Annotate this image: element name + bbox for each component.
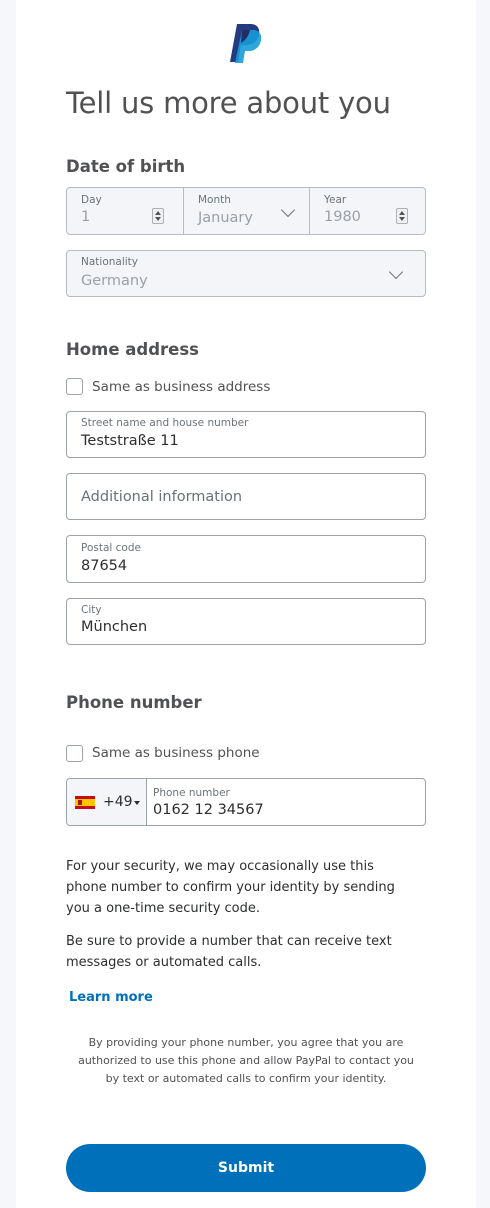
year-label: Year (324, 194, 347, 206)
day-label: Day (81, 194, 102, 206)
legal-consent-text: By providing your phone number, you agre… (78, 1036, 414, 1085)
country-code-select[interactable]: +49 (67, 779, 146, 825)
nationality-value: Germany (81, 273, 148, 289)
year-spinner-icon[interactable] (396, 208, 408, 224)
paypal-logo-icon (230, 24, 262, 63)
month-field[interactable]: Month January (183, 188, 309, 234)
city-label: City (81, 604, 102, 616)
nationality-select[interactable]: Nationality Germany (66, 250, 426, 297)
phone-field-group: +49 Phone number 0162 12 34567 (66, 778, 426, 826)
spain-flag-icon (75, 796, 95, 809)
day-value: 1 (81, 209, 91, 225)
postal-code-label: Postal code (81, 542, 141, 554)
additional-information-field[interactable]: Additional information (66, 473, 426, 520)
textable-info-text: Be sure to provide a number that can rec… (66, 934, 392, 970)
home-address-heading: Home address (66, 340, 199, 359)
chevron-down-icon (388, 264, 404, 280)
signup-card: Tell us more about you Date of birth Day… (16, 0, 476, 1208)
chevron-down-icon (280, 202, 296, 218)
postal-code-field[interactable]: Postal code 87654 (66, 535, 426, 583)
dob-heading: Date of birth (66, 157, 186, 176)
phone-number-heading: Phone number (66, 693, 202, 712)
postal-code-value: 87654 (81, 558, 128, 574)
day-field[interactable]: Day 1 (67, 188, 183, 234)
submit-button[interactable]: Submit (66, 1144, 426, 1192)
phone-number-value: 0162 12 34567 (153, 802, 264, 818)
street-field[interactable]: Street name and house number Teststraße … (66, 411, 426, 458)
phone-number-input[interactable]: Phone number 0162 12 34567 (146, 779, 425, 825)
city-value: München (81, 619, 148, 635)
country-code-value: +49 (103, 794, 133, 810)
month-label: Month (198, 194, 231, 206)
page-title: Tell us more about you (66, 86, 391, 120)
month-value: January (198, 210, 253, 226)
street-value: Teststraße 11 (81, 433, 179, 449)
phone-number-label: Phone number (153, 787, 230, 799)
city-field[interactable]: City München (66, 598, 426, 645)
caret-down-icon (134, 801, 140, 805)
same-as-business-address-checkbox[interactable] (66, 378, 83, 395)
same-as-business-address-label[interactable]: Same as business address (92, 379, 270, 395)
street-label: Street name and house number (81, 417, 249, 429)
nationality-label: Nationality (81, 256, 139, 268)
dob-group: Day 1 Month January Year 1980 (66, 187, 426, 235)
learn-more-link[interactable]: Learn more (69, 990, 153, 1005)
year-value: 1980 (324, 209, 361, 225)
same-as-business-phone-label[interactable]: Same as business phone (92, 745, 260, 761)
day-spinner-icon[interactable] (152, 208, 164, 224)
year-field[interactable]: Year 1980 (309, 188, 425, 234)
same-as-business-phone-checkbox[interactable] (66, 745, 83, 762)
additional-information-placeholder: Additional information (81, 489, 243, 505)
security-info-text: For your security, we may occasionally u… (66, 859, 395, 916)
